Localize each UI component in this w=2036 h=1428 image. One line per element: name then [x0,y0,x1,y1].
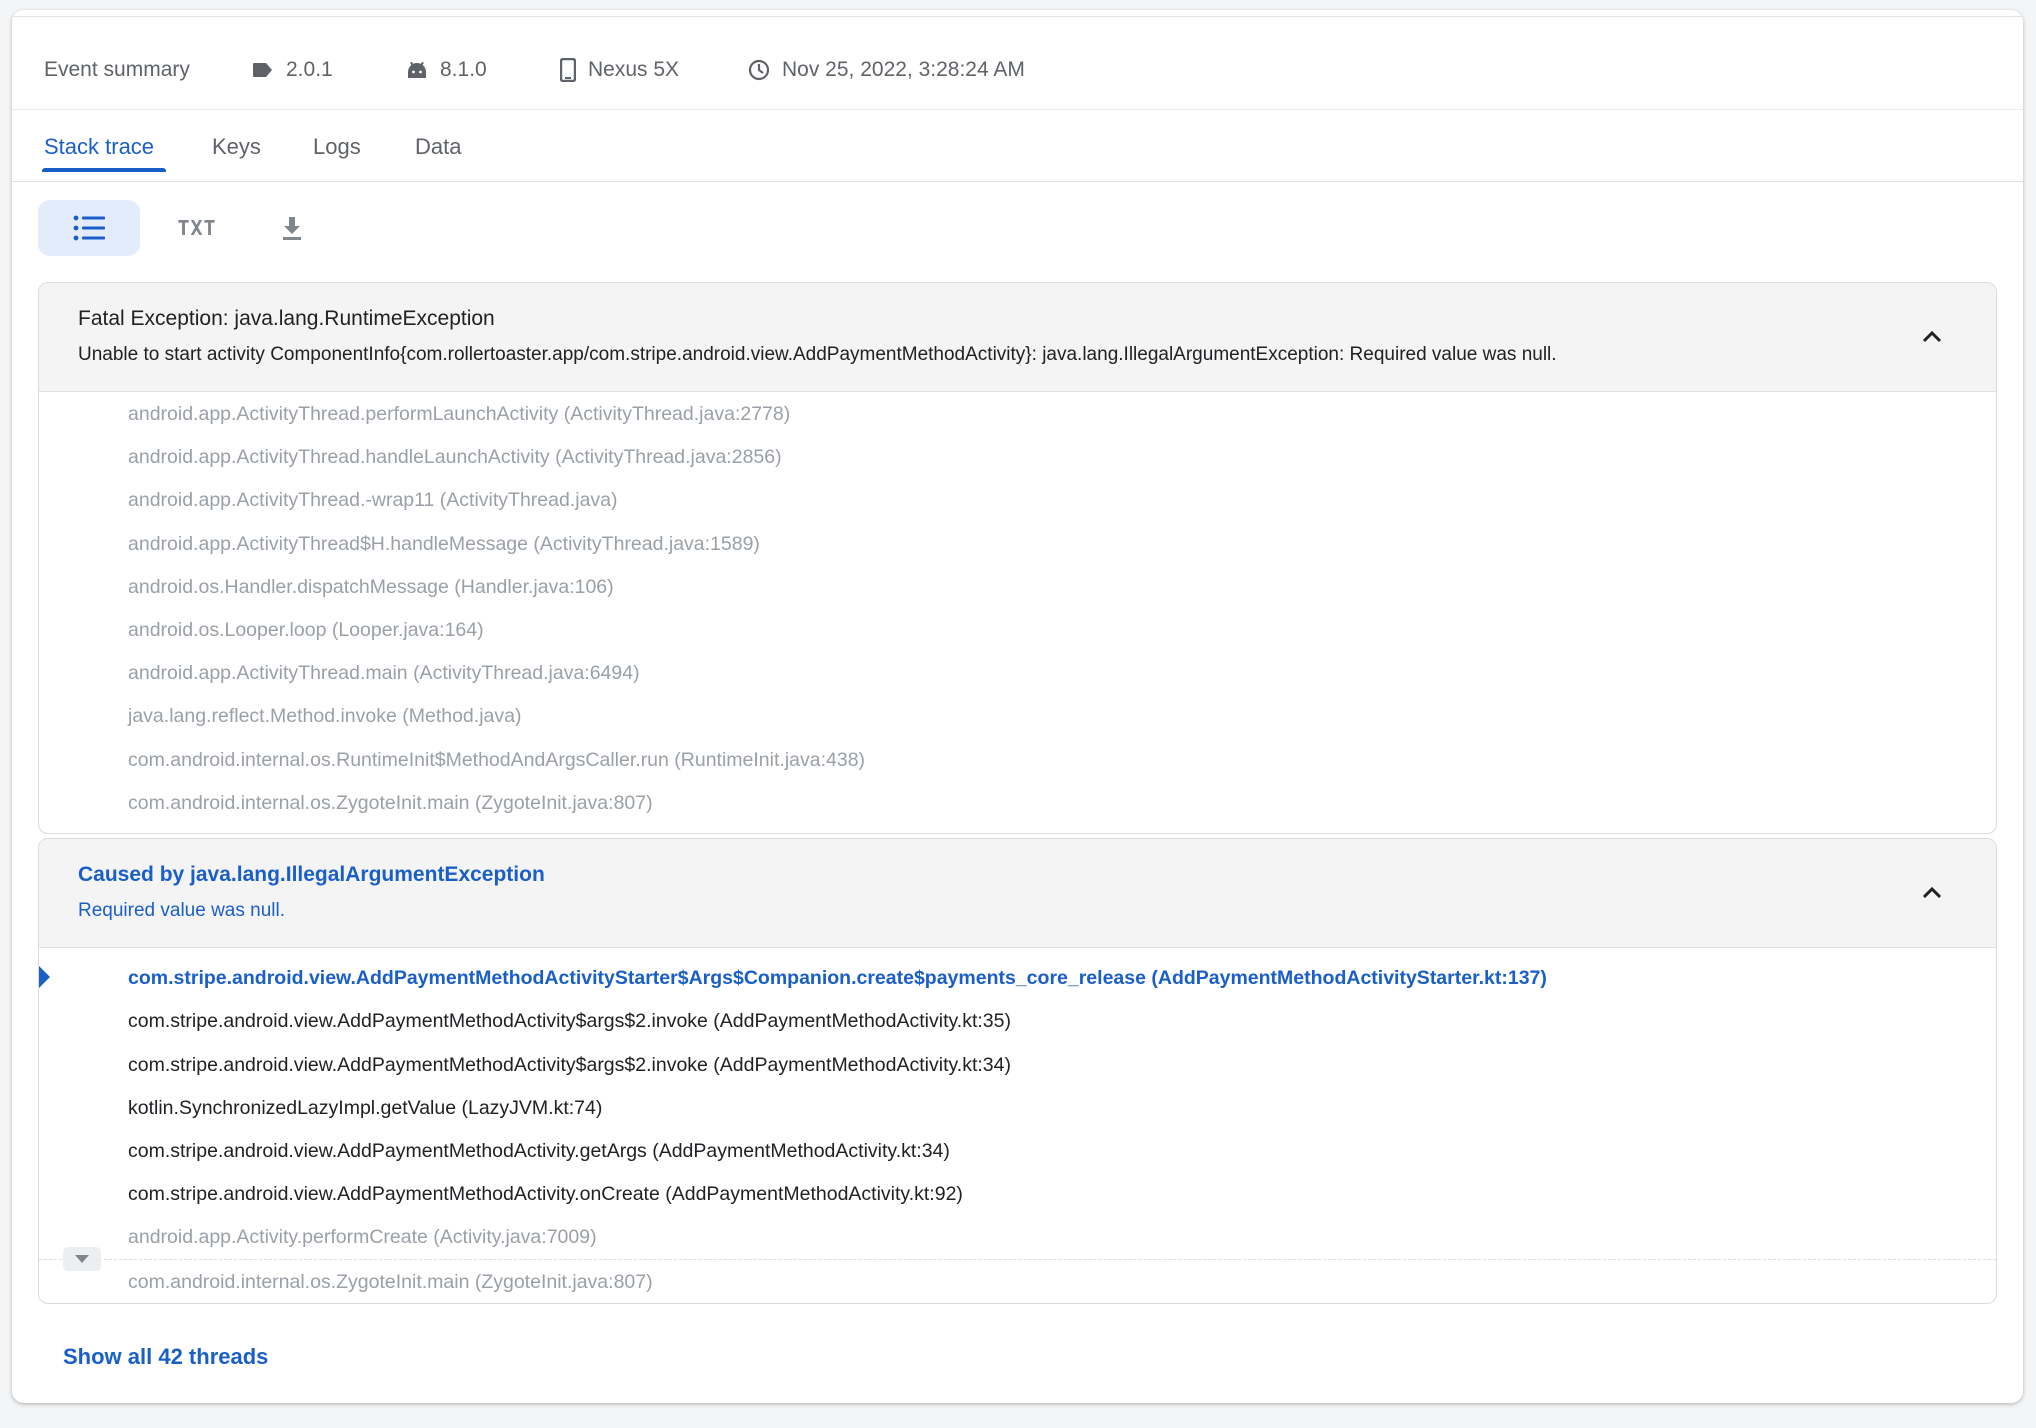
android-version-value: 8.1.0 [440,57,487,81]
caused-by-title: Caused by java.lang.IllegalArgumentExcep… [78,863,545,886]
device: Nexus 5X [560,57,680,82]
stack-frame[interactable]: com.android.internal.os.RuntimeInit$Meth… [128,749,865,772]
expand-frames-button[interactable] [63,1247,101,1271]
stack-frame[interactable]: android.app.ActivityThread.-wrap11 (Acti… [128,489,618,512]
app-version-value: 2.0.1 [286,57,333,81]
collapse-chevron-up-icon[interactable] [1918,879,1946,907]
fatal-exception-header[interactable]: Fatal Exception: java.lang.RuntimeExcept… [39,283,1996,392]
tab-bar: Stack trace Keys Logs Data [12,110,2023,182]
txt-view-button[interactable]: TXT [152,200,242,256]
event-summary-title: Event summary [44,57,190,81]
stack-frame[interactable]: android.os.Looper.loop (Looper.java:164) [128,619,484,642]
stack-frame[interactable]: android.app.Activity.performCreate (Acti… [128,1226,597,1249]
caused-by-panel: Caused by java.lang.IllegalArgumentExcep… [38,838,1997,1304]
tab-data[interactable]: Data [415,134,461,160]
stack-frame[interactable]: android.app.ActivityThread.main (Activit… [128,662,640,685]
download-icon [283,217,301,240]
fatal-exception-message: Unable to start activity ComponentInfo{c… [78,344,1557,365]
download-button[interactable] [257,200,327,256]
tab-stack-trace[interactable]: Stack trace [44,134,154,160]
list-icon [73,215,105,241]
stack-frame[interactable]: com.android.internal.os.ZygoteInit.main … [128,1271,653,1294]
stack-frame[interactable]: kotlin.SynchronizedLazyImpl.getValue (La… [128,1097,602,1120]
event-card: Event summary 2.0.1 8.1.0 Nexus 5X Nov 2… [12,10,2023,1403]
stack-frame[interactable]: android.os.Handler.dispatchMessage (Hand… [128,576,614,599]
tab-keys[interactable]: Keys [212,134,261,160]
collapse-chevron-up-icon[interactable] [1918,323,1946,351]
device-value: Nexus 5X [588,57,680,81]
android-icon [408,61,426,78]
stack-frame[interactable]: com.android.internal.os.ZygoteInit.main … [128,792,653,815]
app-version: 2.0.1 [252,58,333,82]
stack-frame[interactable]: com.stripe.android.view.AddPaymentMethod… [128,1183,963,1206]
card-top-border [12,10,2023,17]
caused-by-header[interactable]: Caused by java.lang.IllegalArgumentExcep… [39,839,1996,948]
phone-icon [560,57,576,82]
list-view-button[interactable] [38,200,140,256]
txt-view-label: TXT [177,216,217,240]
event-time-value: Nov 25, 2022, 3:28:24 AM [782,57,1025,81]
stack-frame[interactable]: com.stripe.android.view.AddPaymentMethod… [128,1140,950,1163]
show-all-threads-link[interactable]: Show all 42 threads [63,1344,268,1370]
stack-frame[interactable]: android.app.ActivityThread$H.handleMessa… [128,533,760,556]
android-version: 8.1.0 [406,58,487,82]
frames-divider [39,1259,1996,1260]
caret-down-icon [75,1254,89,1263]
stack-frame[interactable]: com.stripe.android.view.AddPaymentMethod… [128,1054,1011,1077]
tag-icon [253,62,272,77]
fatal-exception-title: Fatal Exception: java.lang.RuntimeExcept… [78,307,495,330]
active-tab-indicator [42,168,166,172]
event-summary-bar: Event summary 2.0.1 8.1.0 Nexus 5X Nov 2… [12,30,2023,110]
tab-logs[interactable]: Logs [313,134,361,160]
stack-frame[interactable]: android.app.ActivityThread.handleLaunchA… [128,446,782,469]
stack-frame-highlighted[interactable]: com.stripe.android.view.AddPaymentMethod… [128,967,1547,990]
clock-icon [748,59,770,80]
current-frame-marker-icon [39,966,50,988]
stack-frame[interactable]: android.app.ActivityThread.performLaunch… [128,403,790,426]
fatal-exception-panel: Fatal Exception: java.lang.RuntimeExcept… [38,282,1997,834]
stack-frame[interactable]: java.lang.reflect.Method.invoke (Method.… [128,705,521,728]
caused-by-message: Required value was null. [78,900,286,921]
event-time: Nov 25, 2022, 3:28:24 AM [748,58,1025,82]
stack-frame[interactable]: com.stripe.android.view.AddPaymentMethod… [128,1010,1011,1033]
